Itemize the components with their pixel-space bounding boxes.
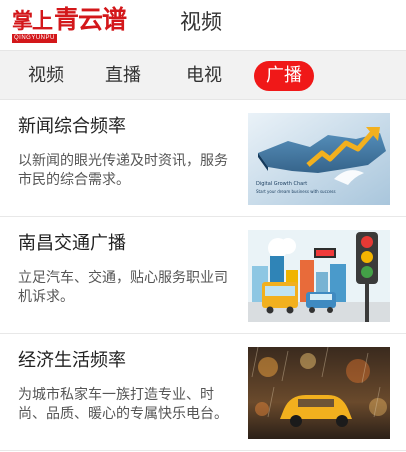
- logo-subtitle: QINGYUNPU: [12, 34, 57, 43]
- list-item[interactable]: 新闻综合频率 以新闻的眼光传递及时资讯，服务市民的综合需求。 Digital G…: [0, 100, 406, 217]
- page-title: 视频: [180, 10, 222, 34]
- station-description: 以新闻的眼光传递及时资讯，服务市民的综合需求。: [18, 153, 228, 188]
- list-item[interactable]: 南昌交通广播 立足汽车、交通，贴心服务职业司机诉求。: [0, 217, 406, 334]
- tab-video[interactable]: 视频: [28, 61, 64, 91]
- thumbnail-caption-1: Digital Growth Chart: [256, 181, 307, 187]
- thumbnail-caption-2: Start your dream business with success: [256, 189, 336, 194]
- station-title: 南昌交通广播: [18, 233, 126, 254]
- list-item[interactable]: 经济生活频率 为城市私家车一族打造专业、时尚、品质、暖心的专属快乐电台。: [0, 334, 406, 451]
- app-logo[interactable]: 掌上青云谱 QINGYUNPU: [12, 4, 140, 46]
- station-title: 新闻综合频率: [18, 116, 126, 137]
- station-title: 经济生活频率: [18, 350, 126, 371]
- app-header: 掌上青云谱 QINGYUNPU 视频: [0, 0, 406, 50]
- business-map-arrow-thumbnail[interactable]: Digital Growth Chart Start your dream bu…: [248, 113, 390, 205]
- tab-radio[interactable]: 广播: [254, 61, 314, 91]
- tab-live[interactable]: 直播: [105, 61, 141, 91]
- station-description: 立足汽车、交通，贴心服务职业司机诉求。: [18, 270, 228, 305]
- logo-small-text: 掌上: [12, 8, 53, 33]
- logo-big-text: 青云谱: [54, 5, 127, 34]
- station-description: 为城市私家车一族打造专业、时尚、品质、暖心的专属快乐电台。: [18, 387, 228, 422]
- tab-tv[interactable]: 电视: [186, 61, 222, 91]
- logo-wordmark: 掌上青云谱: [12, 5, 127, 34]
- traffic-light-city-thumbnail[interactable]: [248, 230, 390, 322]
- category-tab-bar: 视频 直播 电视 广播: [0, 50, 406, 100]
- rainy-street-taxi-thumbnail[interactable]: [248, 347, 390, 439]
- radio-station-list: 新闻综合频率 以新闻的眼光传递及时资讯，服务市民的综合需求。 Digital G…: [0, 100, 406, 451]
